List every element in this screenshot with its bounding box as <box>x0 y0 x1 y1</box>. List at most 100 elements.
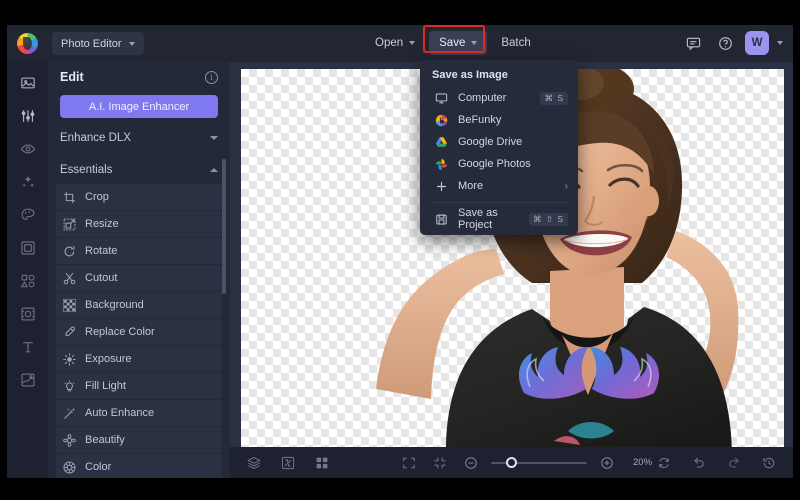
save-as-project-label: Save as Project <box>458 207 498 231</box>
section-essentials[interactable]: Essentials <box>48 158 230 182</box>
redo-icon[interactable] <box>723 452 745 474</box>
tool-cutout[interactable]: Cutout <box>56 265 222 291</box>
chevron-right-icon: › <box>564 180 568 192</box>
magic-wand-icon <box>62 406 76 420</box>
edit-panel: Edit i A.I. Image Enhancer Enhance DLX E… <box>48 62 230 478</box>
section-enhance-dlx[interactable]: Enhance DLX <box>48 126 230 150</box>
tool-exposure[interactable]: Exposure <box>56 346 222 372</box>
frames-icon[interactable] <box>17 237 39 259</box>
save-more-item[interactable]: More › <box>420 175 578 197</box>
zoom-slider-handle[interactable] <box>506 457 517 468</box>
tool-fill-light[interactable]: Fill Light <box>56 373 222 399</box>
overlays-icon[interactable] <box>17 303 39 325</box>
fit-to-screen-icon[interactable] <box>429 452 451 474</box>
reset-icon[interactable] <box>653 452 675 474</box>
google-photos-icon <box>434 157 449 172</box>
zoom-level-value: 20% <box>633 457 653 468</box>
graphics-shapes-icon[interactable] <box>17 270 39 292</box>
save-project-icon <box>434 212 449 227</box>
top-toolbar: Photo Editor Open Save Batch W <box>7 25 793 62</box>
save-to-google-photos-item[interactable]: Google Photos <box>420 153 578 175</box>
app-switcher-dropdown[interactable]: Photo Editor <box>52 32 144 55</box>
chevron-down-icon[interactable] <box>777 41 783 45</box>
save-dropdown-menu: Save as Image Computer ⌘ S BeFunky Googl… <box>420 60 578 235</box>
ai-image-enhancer-label: A.I. Image Enhancer <box>88 100 190 113</box>
tool-color-label: Color <box>85 461 112 473</box>
compare-icon[interactable] <box>277 452 299 474</box>
tool-beautify-label: Beautify <box>85 434 125 446</box>
user-avatar[interactable]: W <box>745 31 769 55</box>
monitor-icon <box>434 91 449 106</box>
tool-fill-light-label: Fill Light <box>85 380 126 392</box>
fullscreen-icon[interactable] <box>398 452 420 474</box>
menu-divider <box>430 202 568 203</box>
brightness-icon <box>62 352 76 366</box>
plus-icon <box>434 179 449 194</box>
help-circle-icon[interactable] <box>713 31 737 55</box>
letterbox-right <box>793 0 800 500</box>
image-icon[interactable] <box>17 72 39 94</box>
zoom-in-icon[interactable] <box>596 452 618 474</box>
zoom-out-icon[interactable] <box>460 452 482 474</box>
befunky-logo-icon[interactable] <box>17 33 38 54</box>
zoom-slider[interactable] <box>491 456 587 470</box>
chevron-up-icon <box>210 168 218 172</box>
tool-resize[interactable]: Resize <box>56 211 222 237</box>
save-to-computer-item[interactable]: Computer ⌘ S <box>420 87 578 109</box>
undo-icon[interactable] <box>688 452 710 474</box>
app-root: Photo Editor Open Save Batch W Edit i A.… <box>0 0 800 500</box>
tool-crop[interactable]: Crop <box>56 184 222 210</box>
tool-rotate[interactable]: Rotate <box>56 238 222 264</box>
chevron-down-icon <box>128 41 135 46</box>
ai-image-enhancer-button[interactable]: A.I. Image Enhancer <box>60 95 218 118</box>
eyedropper-icon <box>62 325 76 339</box>
save-to-google-drive-label: Google Drive <box>458 136 523 148</box>
bottom-left-group <box>243 452 333 474</box>
chevron-down-icon <box>409 41 416 45</box>
save-to-google-drive-item[interactable]: Google Drive <box>420 131 578 153</box>
textures-icon[interactable] <box>17 369 39 391</box>
tool-rotate-label: Rotate <box>85 245 118 257</box>
history-icon[interactable] <box>758 452 780 474</box>
grid-view-icon[interactable] <box>311 452 333 474</box>
tool-background[interactable]: Background <box>56 292 222 318</box>
text-icon[interactable] <box>17 336 39 358</box>
batch-menu-button[interactable]: Batch <box>491 31 540 55</box>
tool-beautify[interactable]: Beautify <box>56 427 222 453</box>
sidebar-scrollbar[interactable] <box>222 159 226 294</box>
tool-crop-label: Crop <box>85 191 109 203</box>
checker-background-icon <box>62 298 76 312</box>
effects-sparkle-icon[interactable] <box>17 171 39 193</box>
save-menu-label: Save <box>439 37 466 49</box>
zoom-controls: 20% <box>398 452 652 474</box>
tool-exposure-label: Exposure <box>85 353 132 365</box>
save-as-project-item[interactable]: Save as Project ⌘ ⇧ S <box>420 207 578 231</box>
tool-resize-label: Resize <box>85 218 119 230</box>
save-to-google-photos-label: Google Photos <box>458 158 531 170</box>
open-menu-label: Open <box>375 37 404 49</box>
tool-auto-enhance[interactable]: Auto Enhance <box>56 400 222 426</box>
color-wheel-icon <box>62 460 76 474</box>
crop-icon <box>62 190 76 204</box>
tool-background-label: Background <box>85 299 144 311</box>
adjust-sliders-icon[interactable] <box>17 105 39 127</box>
batch-menu-label: Batch <box>501 37 531 49</box>
chat-bubble-icon[interactable] <box>681 31 705 55</box>
chevron-down-icon <box>210 136 218 140</box>
eye-icon[interactable] <box>17 138 39 160</box>
artsy-palette-icon[interactable] <box>17 204 39 226</box>
tool-color[interactable]: Color <box>56 454 222 478</box>
info-icon[interactable]: i <box>205 70 218 84</box>
save-menu-button[interactable]: Save <box>429 31 488 55</box>
save-menu-wrapper: Save <box>423 25 488 55</box>
tool-replace-color[interactable]: Replace Color <box>56 319 222 345</box>
panel-header: Edit i <box>48 62 230 92</box>
open-menu-button[interactable]: Open <box>365 31 425 55</box>
beautify-icon <box>62 433 76 447</box>
tool-cutout-label: Cutout <box>85 272 118 284</box>
layers-icon[interactable] <box>243 452 265 474</box>
save-to-befunky-item[interactable]: BeFunky <box>420 109 578 131</box>
tool-rail <box>7 62 48 478</box>
main-menu: Open Save Batch <box>365 25 541 55</box>
section-enhance-dlx-label: Enhance DLX <box>60 132 131 144</box>
